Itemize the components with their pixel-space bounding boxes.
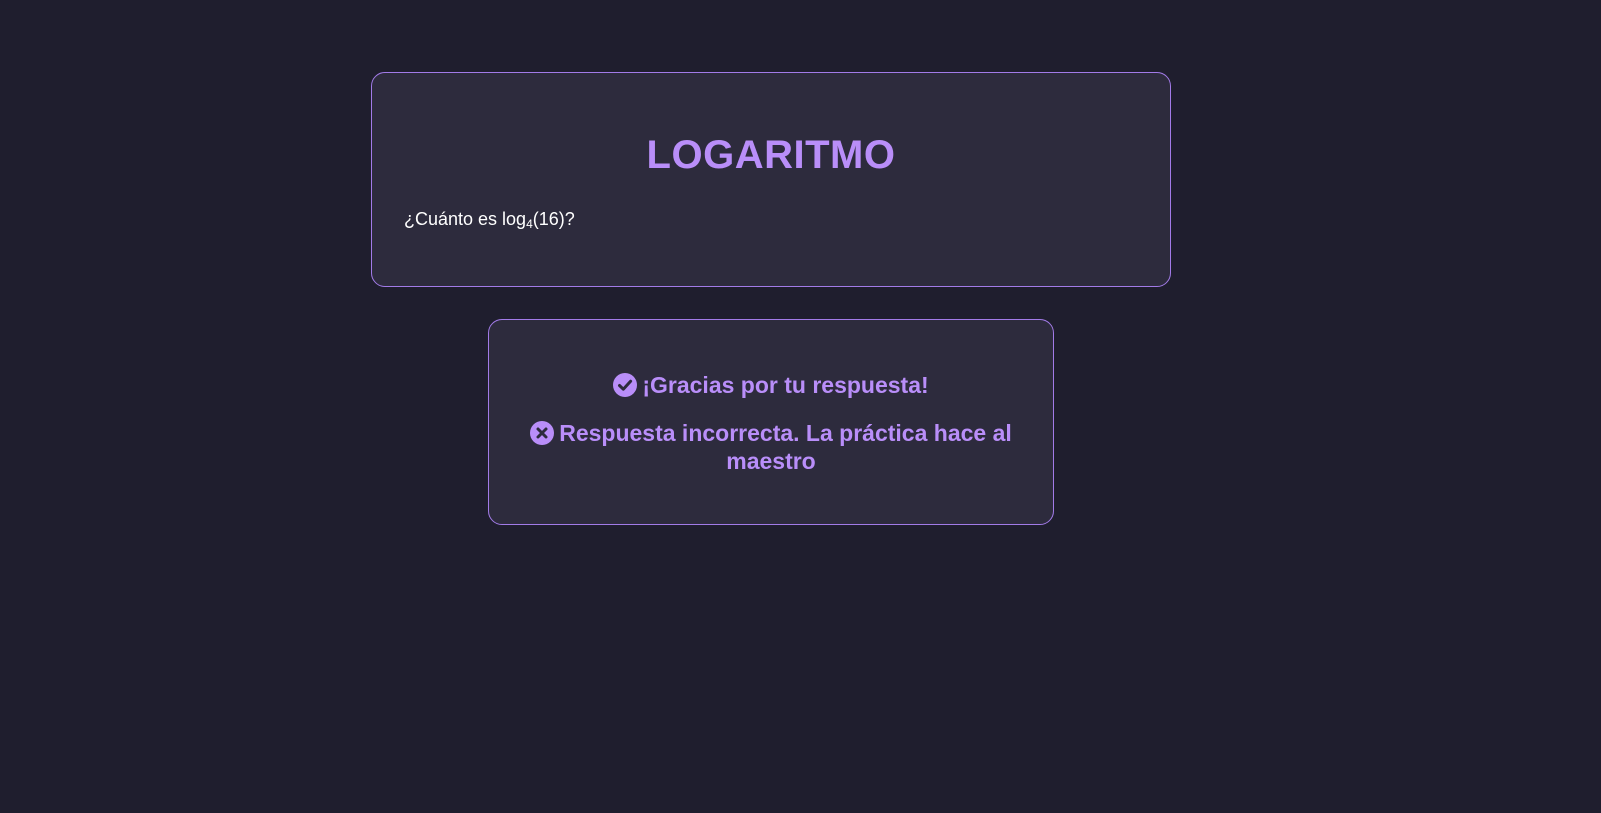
x-circle-icon: [530, 421, 555, 445]
result-message: Respuesta incorrecta. La práctica hace a…: [529, 419, 1013, 475]
feedback-card: ¡Gracias por tu respuesta! Respuesta inc…: [488, 319, 1054, 525]
log-base: 4: [526, 217, 533, 231]
question-title: LOGARITMO: [646, 133, 896, 177]
check-circle-icon: [613, 373, 638, 397]
question-prompt-suffix: (16)?: [532, 209, 575, 229]
thanks-text: ¡Gracias por tu respuesta!: [642, 372, 929, 398]
thanks-message: ¡Gracias por tu respuesta!: [529, 371, 1013, 399]
question-card: LOGARITMO ¿Cuánto es log4(16)?: [371, 72, 1171, 287]
question-prompt-prefix: ¿Cuánto es log: [404, 209, 527, 229]
question-text: ¿Cuánto es log4(16)?: [404, 209, 575, 230]
result-text: Respuesta incorrecta. La práctica hace a…: [559, 420, 1012, 474]
